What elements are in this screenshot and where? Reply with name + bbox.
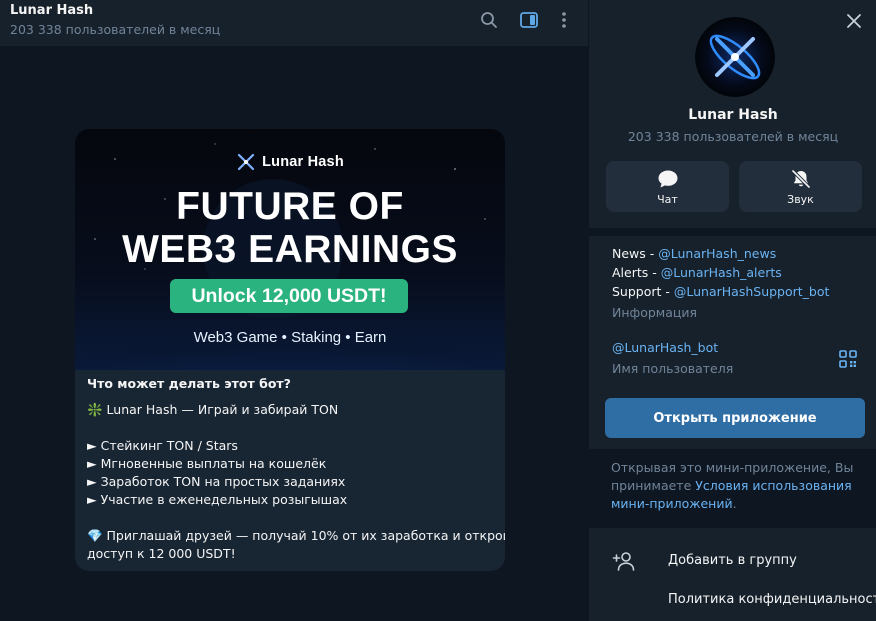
feature-item: ► Мгновенные выплаты на кошелёк [87,456,327,471]
qr-code-button[interactable] [838,349,858,369]
sidebar-toggle-icon [520,12,538,28]
chat-header[interactable]: Lunar Hash 203 338 пользователей в месяц [0,0,588,46]
privacy-policy-label: Политика конфиденциальност… [668,592,876,607]
toggle-info-panel-button[interactable] [513,6,545,34]
promo-banner-image: Lunar Hash FUTURE OF WEB3 EARNINGS Unloc… [75,129,505,370]
news-link-prefix: News - [612,246,659,261]
avatar[interactable] [695,17,775,97]
chat-subtitle: 203 338 пользователей в месяц [10,22,221,37]
feature-item: ► Заработок TON на простых заданиях [87,474,346,489]
alerts-link-prefix: Alerts - [612,265,661,280]
banner-headline-1: FUTURE OF [176,185,404,228]
message-outro-line-1: 💎 Приглашай друзей — получай 10% от их з… [87,528,505,543]
terms-note-line-3: мини-приложений. [611,496,737,511]
bot-description-message: Lunar Hash FUTURE OF WEB3 EARNINGS Unloc… [75,129,505,571]
message-heading: Что может делать этот бот? [87,376,291,391]
feature-item: ► Участие в еженедельных розыгышах [87,492,348,507]
open-app-button[interactable]: Открыть приложение [605,398,865,438]
message-intro: ❇️ Lunar Hash — Играй и забирай TON [87,402,339,417]
banner-brand-name: Lunar Hash [262,154,344,170]
search-icon [481,12,497,28]
alerts-link-row: Alerts - @LunarHash_alerts [612,265,782,280]
terms-note-prefix: принимаете [611,478,696,493]
bot-username[interactable]: @LunarHash_bot [612,340,718,355]
add-to-group-button[interactable]: Добавить в группу [589,544,876,578]
more-vertical-icon [562,12,566,28]
add-user-icon [612,550,636,572]
privacy-policy-button[interactable]: Политика конфиденциальност… [589,583,876,617]
support-link-prefix: Support - [612,284,674,299]
more-menu-button[interactable] [548,6,580,34]
chat-title[interactable]: Lunar Hash [10,3,93,18]
about-label: Информация [612,305,698,320]
lunar-hash-logo-icon [238,153,255,171]
terms-note-suffix: . [732,496,737,511]
bell-muted-icon [791,169,810,189]
chat-pane: Lunar Hash 203 338 пользователей в месяц [0,0,588,621]
support-link-row: Support - @LunarHashSupport_bot [612,284,829,299]
chat-action-label: Чат [657,193,678,206]
terms-note-line-2: принимаете Условия использования [611,478,852,493]
close-icon [847,14,861,28]
feature-item: ► Стейкинг TON / Stars [87,438,238,453]
terms-note-line-1: Открывая это мини-приложение, Вы [611,460,854,475]
info-subtitle: 203 338 пользователей в месяц [627,129,839,144]
qr-code-icon [839,350,857,368]
banner-pill: Unlock 12,000 USDT! [170,279,408,313]
add-to-group-label: Добавить в группу [668,553,797,568]
lunar-hash-avatar-icon [695,17,775,97]
message-outro-line-2: доступ к 12 000 USDT! [87,546,236,561]
banner-brand: Lunar Hash [75,153,505,171]
chat-bubble-icon [658,170,677,188]
mini-apps-terms-link[interactable]: мини-приложений [611,496,733,511]
search-button[interactable] [473,6,505,34]
bot-info-panel: Lunar Hash 203 338 пользователей в месяц… [588,0,876,621]
sound-toggle-button[interactable]: Звук [739,161,862,212]
section-divider [589,228,876,236]
username-label: Имя пользователя [612,361,734,376]
info-title: Lunar Hash [688,107,778,123]
banner-tagline: Web3 Game • Staking • Earn [193,329,387,346]
chat-action-button[interactable]: Чат [606,161,729,212]
terms-of-use-link[interactable]: Условия использования [695,478,851,493]
close-panel-button[interactable] [843,10,865,32]
news-channel-link[interactable]: @LunarHash_news [658,246,776,261]
mini-app-terms-note: Открывая это мини-приложение, Вы принима… [589,449,876,528]
alerts-channel-link[interactable]: @LunarHash_alerts [661,265,782,280]
news-link-row: News - @LunarHash_news [612,246,776,261]
support-bot-link[interactable]: @LunarHashSupport_bot [674,284,830,299]
banner-headline-2: WEB3 EARNINGS [122,228,458,271]
sound-action-label: Звук [787,193,814,206]
